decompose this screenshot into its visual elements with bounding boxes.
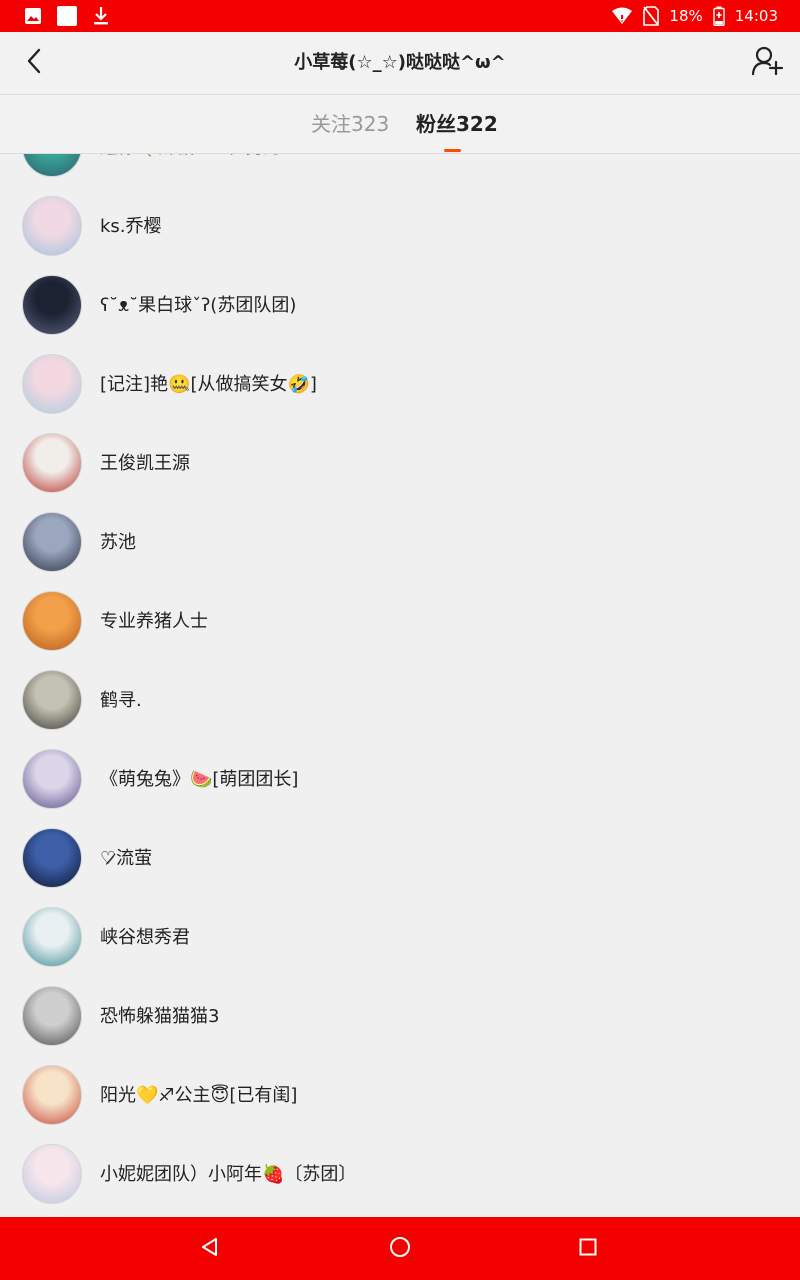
follower-row[interactable]: 迷你🍀酥糖<正在努力> bbox=[0, 154, 800, 187]
follower-name: 鹤寻. bbox=[100, 690, 142, 711]
nav-recents-button[interactable] bbox=[572, 1233, 604, 1265]
back-triangle-icon bbox=[200, 1237, 220, 1261]
avatar[interactable] bbox=[22, 670, 82, 730]
follower-name: ♡̷流萤 bbox=[100, 848, 153, 869]
active-tab-indicator bbox=[444, 149, 461, 152]
avatar[interactable] bbox=[22, 196, 82, 256]
follower-list[interactable]: 迷你🍀酥糖<正在努力> ks.乔樱 ʕ˘ᴥ˘果白球ˇʔ(苏团队团) [记注]艳🤐[从做… bbox=[0, 154, 800, 1217]
follower-name: 阳光💛♐公主😇[已有闺] bbox=[100, 1085, 298, 1106]
follower-name: 峡谷想秀君 bbox=[100, 927, 190, 948]
avatar[interactable] bbox=[22, 512, 82, 572]
avatar[interactable] bbox=[22, 828, 82, 888]
battery-icon bbox=[713, 6, 725, 26]
tab-followers[interactable]: 粉丝322 bbox=[416, 95, 498, 153]
follower-name: ʕ˘ᴥ˘果白球ˇʔ(苏团队团) bbox=[100, 295, 297, 316]
avatar[interactable] bbox=[22, 1144, 82, 1204]
follower-row[interactable]: 专业养猪人士 bbox=[0, 582, 800, 661]
follower-name: 《萌兔兔》🍉[萌团团长] bbox=[100, 769, 299, 790]
tab-bar: 关注323 粉丝322 bbox=[0, 95, 800, 154]
navigation-bar bbox=[0, 1217, 800, 1280]
follower-row[interactable]: 恐怖躲猫猫猫3 bbox=[0, 977, 800, 1056]
nav-home-button[interactable] bbox=[384, 1233, 416, 1265]
battery-percent: 18% bbox=[669, 7, 703, 25]
header-bar: 小草莓(☆_☆)哒哒哒^ω^ bbox=[0, 32, 800, 95]
nav-back-button[interactable] bbox=[194, 1233, 226, 1265]
follower-row[interactable]: 小妮妮团队）小阿年🍓〔苏团〕 bbox=[0, 1135, 800, 1214]
avatar[interactable] bbox=[22, 433, 82, 493]
image-icon bbox=[24, 7, 42, 25]
follower-name: 恐怖躲猫猫猫3 bbox=[100, 1006, 220, 1027]
follower-name: [记注]艳🤐[从做搞笑女🤣] bbox=[100, 374, 317, 395]
follower-row[interactable]: ks.乔樱 bbox=[0, 187, 800, 266]
follower-row[interactable]: ʕ˘ᴥ˘果白球ˇʔ(苏团队团) bbox=[0, 266, 800, 345]
home-circle-icon bbox=[389, 1236, 411, 1262]
clock: 14:03 bbox=[734, 7, 778, 25]
follower-row[interactable]: 阳光💛♐公主😇[已有闺] bbox=[0, 1056, 800, 1135]
status-bar: 18% 14:03 bbox=[0, 0, 800, 32]
tab-following[interactable]: 关注323 bbox=[311, 95, 389, 153]
follower-name: ks.乔樱 bbox=[100, 216, 162, 237]
avatar[interactable] bbox=[22, 907, 82, 967]
avatar[interactable] bbox=[22, 591, 82, 651]
recents-square-icon bbox=[578, 1237, 598, 1261]
avatar[interactable] bbox=[22, 354, 82, 414]
no-sim-icon bbox=[643, 6, 660, 26]
download-icon bbox=[92, 6, 110, 26]
follower-name: 苏池 bbox=[100, 532, 136, 553]
follower-row[interactable]: 苏池 bbox=[0, 503, 800, 582]
follower-row[interactable]: 《萌兔兔》🍉[萌团团长] bbox=[0, 740, 800, 819]
follower-name: 迷你🍀酥糖<正在努力> bbox=[100, 154, 297, 187]
avatar[interactable] bbox=[22, 154, 82, 177]
avatar[interactable] bbox=[22, 275, 82, 335]
follower-row[interactable]: ♡̷流萤 bbox=[0, 819, 800, 898]
avatar[interactable] bbox=[22, 1065, 82, 1125]
square-icon bbox=[56, 5, 78, 27]
follower-name: 小妮妮团队）小阿年🍓〔苏团〕 bbox=[100, 1164, 357, 1185]
add-user-icon bbox=[751, 46, 784, 80]
avatar[interactable] bbox=[22, 986, 82, 1046]
follower-row[interactable]: [记注]艳🤐[从做搞笑女🤣] bbox=[0, 345, 800, 424]
add-friend-button[interactable] bbox=[750, 45, 786, 81]
page-title: 小草莓(☆_☆)哒哒哒^ω^ bbox=[294, 52, 506, 73]
follower-row[interactable]: 峡谷想秀君 bbox=[0, 898, 800, 977]
wifi-icon bbox=[611, 7, 633, 25]
avatar[interactable] bbox=[22, 749, 82, 809]
follower-row[interactable]: 王俊凯王源 bbox=[0, 424, 800, 503]
follower-name: 专业养猪人士 bbox=[100, 611, 208, 632]
follower-name: 王俊凯王源 bbox=[100, 453, 190, 474]
follower-row[interactable]: 鹤寻. bbox=[0, 661, 800, 740]
